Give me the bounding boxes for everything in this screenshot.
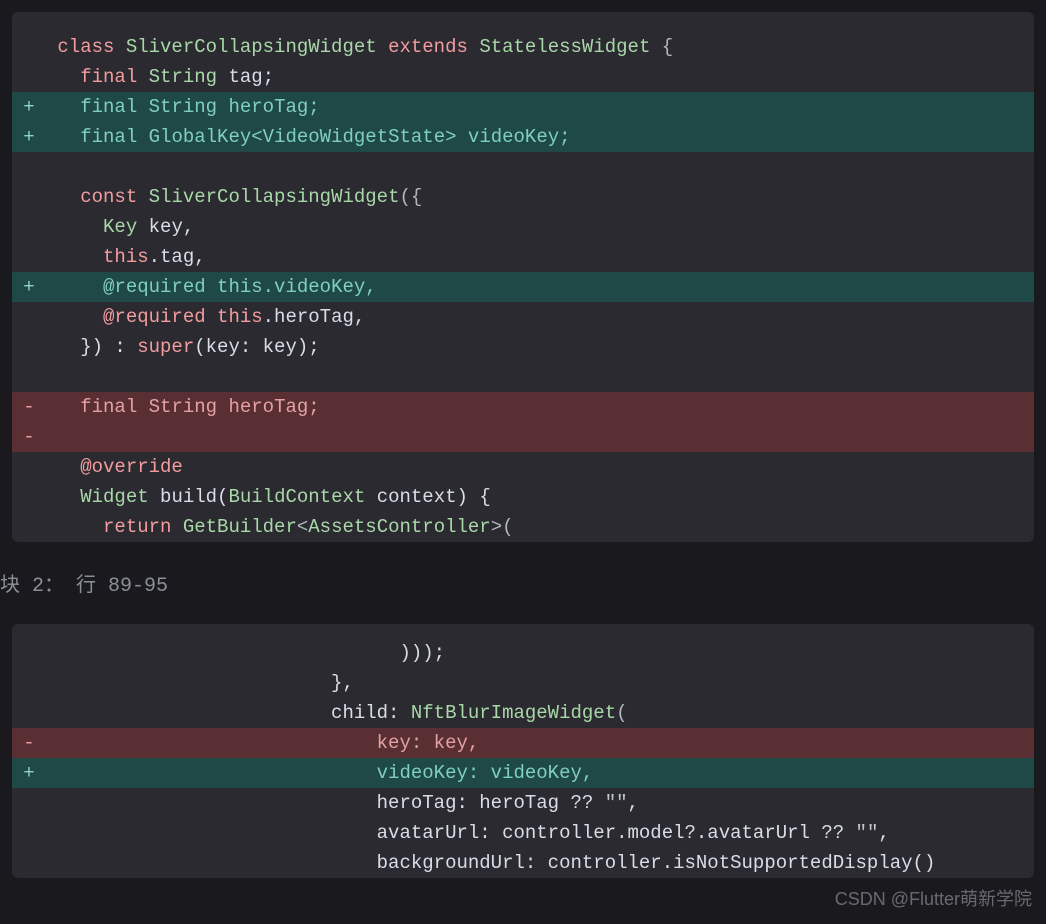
diff-line[interactable]: + videoKey: videoKey, <box>12 758 1034 788</box>
diff-line[interactable]: avatarUrl: controller.model?.avatarUrl ?… <box>12 818 1034 848</box>
code-content: key: key, <box>46 728 1034 758</box>
diff-marker <box>12 212 46 242</box>
diff-line[interactable]: const SliverCollapsingWidget({ <box>12 182 1034 212</box>
code-content: Widget build(BuildContext context) { <box>46 482 1034 512</box>
diff-marker: - <box>12 728 46 758</box>
code-content <box>46 362 1034 392</box>
code-content: child: NftBlurImageWidget( <box>46 698 1034 728</box>
code-content: final GlobalKey<VideoWidgetState> videoK… <box>46 122 1034 152</box>
code-content: @required this.heroTag, <box>46 302 1034 332</box>
diff-line[interactable]: + final GlobalKey<VideoWidgetState> vide… <box>12 122 1034 152</box>
diff-line[interactable]: + @required this.videoKey, <box>12 272 1034 302</box>
code-content: return GetBuilder<AssetsController>( <box>46 512 1034 542</box>
code-content: avatarUrl: controller.model?.avatarUrl ?… <box>46 818 1034 848</box>
diff-marker <box>12 332 46 362</box>
diff-marker <box>12 152 46 182</box>
diff-line[interactable]: - <box>12 422 1034 452</box>
code-content: }, <box>46 668 1034 698</box>
diff-marker: + <box>12 92 46 122</box>
diff-line[interactable]: this.tag, <box>12 242 1034 272</box>
diff-line[interactable]: @required this.heroTag, <box>12 302 1034 332</box>
diff-line[interactable]: Widget build(BuildContext context) { <box>12 482 1034 512</box>
code-content <box>46 422 1034 452</box>
diff-line[interactable]: @override <box>12 452 1034 482</box>
code-content: final String tag; <box>46 62 1034 92</box>
diff-line[interactable]: final String tag; <box>12 62 1034 92</box>
code-content: @override <box>46 452 1034 482</box>
diff-hunk-1: class SliverCollapsingWidget extends Sta… <box>12 12 1034 542</box>
diff-marker <box>12 362 46 392</box>
diff-line[interactable]: }) : super(key: key); <box>12 332 1034 362</box>
code-content: heroTag: heroTag ?? "", <box>46 788 1034 818</box>
code-content: class SliverCollapsingWidget extends Sta… <box>46 32 1034 62</box>
diff-line[interactable]: - final String heroTag; <box>12 392 1034 422</box>
code-content: const SliverCollapsingWidget({ <box>46 182 1034 212</box>
code-content: final String heroTag; <box>46 92 1034 122</box>
diff-marker <box>12 638 46 668</box>
diff-marker: + <box>12 272 46 302</box>
hunk-header: 块 2： 行 89-95 <box>0 542 1046 612</box>
code-content: }) : super(key: key); <box>46 332 1034 362</box>
diff-line[interactable]: ))); <box>12 638 1034 668</box>
diff-marker: + <box>12 122 46 152</box>
code-content: backgroundUrl: controller.isNotSupported… <box>46 848 1034 878</box>
diff-marker <box>12 512 46 542</box>
diff-marker: + <box>12 758 46 788</box>
diff-line[interactable]: class SliverCollapsingWidget extends Sta… <box>12 32 1034 62</box>
diff-marker <box>12 452 46 482</box>
code-content: this.tag, <box>46 242 1034 272</box>
diff-line[interactable]: backgroundUrl: controller.isNotSupported… <box>12 848 1034 878</box>
code-content <box>46 152 1034 182</box>
diff-marker <box>12 62 46 92</box>
diff-marker <box>12 32 46 62</box>
diff-marker <box>12 182 46 212</box>
diff-marker <box>12 242 46 272</box>
diff-line[interactable]: + final String heroTag; <box>12 92 1034 122</box>
diff-marker <box>12 668 46 698</box>
diff-marker: - <box>12 392 46 422</box>
diff-line[interactable]: heroTag: heroTag ?? "", <box>12 788 1034 818</box>
code-content: ))); <box>46 638 1034 668</box>
diff-marker <box>12 698 46 728</box>
diff-hunk-2: ))); }, child: NftBlurImageWidget(- key:… <box>12 624 1034 878</box>
watermark: CSDN @Flutter萌新学院 <box>835 884 1032 914</box>
diff-marker <box>12 848 46 878</box>
code-content: final String heroTag; <box>46 392 1034 422</box>
diff-marker <box>12 482 46 512</box>
diff-marker: - <box>12 422 46 452</box>
diff-line[interactable] <box>12 152 1034 182</box>
diff-line[interactable]: child: NftBlurImageWidget( <box>12 698 1034 728</box>
code-content: videoKey: videoKey, <box>46 758 1034 788</box>
diff-marker <box>12 788 46 818</box>
diff-line[interactable]: }, <box>12 668 1034 698</box>
diff-line[interactable]: return GetBuilder<AssetsController>( <box>12 512 1034 542</box>
diff-line[interactable]: Key key, <box>12 212 1034 242</box>
diff-line[interactable]: - key: key, <box>12 728 1034 758</box>
diff-marker <box>12 302 46 332</box>
diff-line[interactable] <box>12 362 1034 392</box>
diff-marker <box>12 818 46 848</box>
code-content: @required this.videoKey, <box>46 272 1034 302</box>
code-content: Key key, <box>46 212 1034 242</box>
